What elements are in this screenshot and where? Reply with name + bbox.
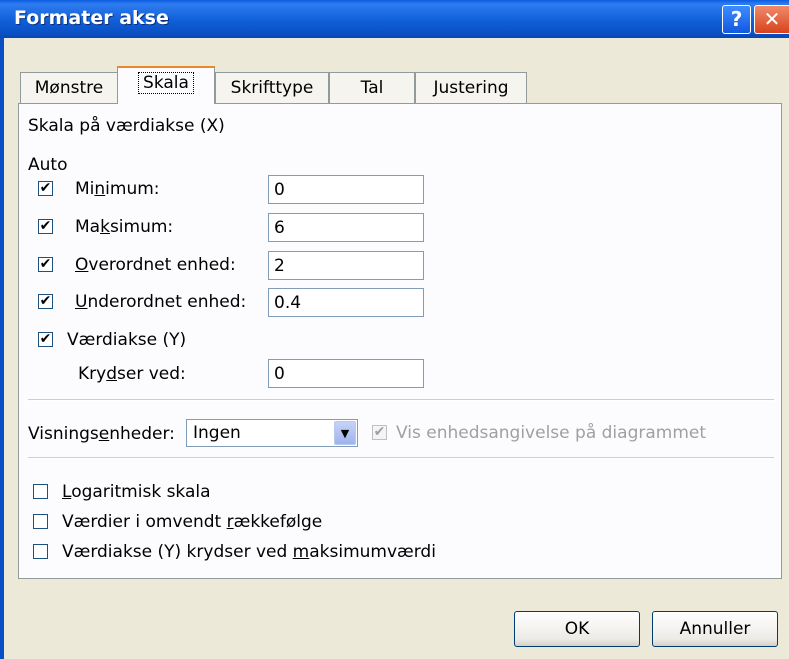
value-axis-auto-checkbox[interactable]: ✔ <box>38 332 53 347</box>
tab-skala[interactable]: Skala <box>117 66 215 104</box>
minimum-auto-checkbox[interactable]: ✔ <box>38 181 53 196</box>
display-units-select[interactable]: Ingen ▼ <box>186 419 358 447</box>
checkmark-icon: ✔ <box>39 256 52 272</box>
minor-unit-label: Underordnet enhed: <box>75 292 247 312</box>
logarithmic-scale-checkbox[interactable] <box>33 484 48 499</box>
crosses-at-field[interactable] <box>268 359 424 388</box>
cancel-button[interactable]: Annuller <box>652 611 778 647</box>
close-button[interactable]: ✕ <box>754 5 789 34</box>
display-units-label: Visningsenheder: <box>28 424 175 444</box>
checkmark-icon: ✔ <box>39 180 52 196</box>
show-units-label-checkbox: ✔ <box>372 425 387 440</box>
separator <box>28 457 774 459</box>
title-bar: Formater akse ? ✕ <box>0 0 789 38</box>
reverse-order-label: Værdier i omvendt rækkefølge <box>62 512 323 532</box>
minimum-field[interactable] <box>268 175 424 204</box>
help-button[interactable]: ? <box>722 5 751 34</box>
minor-unit-auto-checkbox[interactable]: ✔ <box>38 294 53 309</box>
tab-monstre[interactable]: Mønstre <box>20 72 118 103</box>
show-units-label-text: Vis enhedsangivelse på diagrammet <box>396 423 707 443</box>
chevron-down-icon[interactable]: ▼ <box>334 421 356 445</box>
maximum-field[interactable] <box>268 213 424 242</box>
maximum-auto-checkbox[interactable]: ✔ <box>38 219 53 234</box>
ok-button[interactable]: OK <box>514 611 640 647</box>
display-units-value: Ingen <box>193 423 241 443</box>
separator <box>28 399 774 401</box>
window-title: Formater akse <box>14 7 169 29</box>
crosses-at-label: Krydser ved: <box>78 364 186 384</box>
tab-justering[interactable]: Justering <box>415 72 527 103</box>
window-border <box>0 38 4 659</box>
checkmark-icon: ✔ <box>39 293 52 309</box>
help-icon: ? <box>730 7 743 31</box>
minor-unit-field[interactable] <box>268 288 424 317</box>
major-unit-label: Overordnet enhed: <box>75 255 236 275</box>
tab-label: Skala <box>138 72 194 94</box>
major-unit-field[interactable] <box>268 251 424 280</box>
major-unit-auto-checkbox[interactable]: ✔ <box>38 257 53 272</box>
close-icon: ✕ <box>763 7 781 31</box>
maximum-label: Maksimum: <box>75 217 174 237</box>
tab-tal[interactable]: Tal <box>329 72 415 103</box>
logarithmic-scale-label: Logaritmisk skala <box>62 482 211 502</box>
crosses-at-maximum-label: Værdiakse (Y) krydser ved maksimumværdi <box>62 542 436 562</box>
reverse-order-checkbox[interactable] <box>33 514 48 529</box>
tab-skrifttype[interactable]: Skrifttype <box>215 72 329 103</box>
checkmark-icon: ✔ <box>373 424 386 440</box>
scale-heading: Skala på værdiakse (X) <box>28 116 225 136</box>
checkmark-icon: ✔ <box>39 331 52 347</box>
checkmark-icon: ✔ <box>39 218 52 234</box>
minimum-label: Minimum: <box>75 179 160 199</box>
value-axis-label: Værdiakse (Y) <box>67 330 187 350</box>
auto-label: Auto <box>28 155 68 175</box>
crosses-at-maximum-checkbox[interactable] <box>33 544 48 559</box>
